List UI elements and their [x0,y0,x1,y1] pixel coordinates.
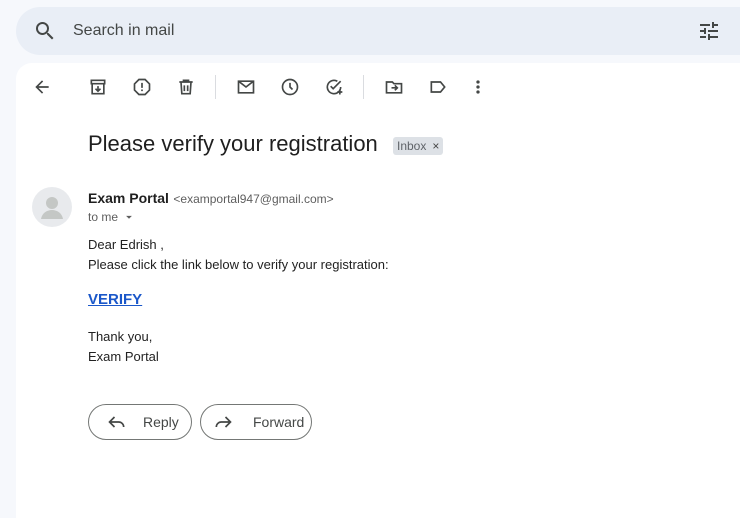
forward-label: Forward [253,414,305,430]
inbox-label-chip[interactable]: Inbox × [393,137,444,155]
reply-icon [108,416,125,428]
search-input[interactable] [73,19,633,43]
move-to-icon[interactable] [382,75,406,99]
forward-button[interactable]: Forward [200,404,312,440]
toolbar-divider [215,75,216,99]
email-instruction: Please click the link below to verify yo… [88,257,389,272]
sender-line: Exam Portal <examportal947@gmail.com> [88,190,334,208]
reply-label: Reply [143,414,179,430]
snooze-icon[interactable] [278,75,302,99]
recipient-text: to me [88,210,119,224]
email-closing: Thank you, [88,329,153,344]
label-icon[interactable] [426,75,450,99]
email-subject: Please verify your registration [88,131,378,156]
email-signature: Exam Portal [88,349,159,364]
email-view: Please verify your registration Inbox × … [16,63,740,518]
search-bar [16,7,740,55]
sender-email: <examportal947@gmail.com> [173,192,334,206]
label-name: Inbox [397,139,427,153]
avatar[interactable] [32,187,72,227]
forward-icon [215,416,232,428]
search-icon[interactable] [33,19,57,43]
remove-label-button[interactable]: × [432,139,439,153]
delete-icon[interactable] [174,75,198,99]
email-greeting: Dear Edrish , [88,237,164,252]
more-vert-icon[interactable] [466,75,490,99]
arrow-back-icon[interactable] [30,75,54,99]
archive-icon[interactable] [86,75,110,99]
verify-link[interactable]: VERIFY [88,291,142,308]
sender-name[interactable]: Exam Portal [88,190,169,206]
toolbar-divider [363,75,364,99]
recipient-details-toggle[interactable]: to me [88,210,136,224]
mark-unread-icon[interactable] [234,75,258,99]
report-spam-icon[interactable] [130,75,154,99]
chevron-down-icon [126,215,132,219]
tune-icon[interactable] [697,19,721,43]
reply-button[interactable]: Reply [88,404,192,440]
add-task-icon[interactable] [322,75,346,99]
